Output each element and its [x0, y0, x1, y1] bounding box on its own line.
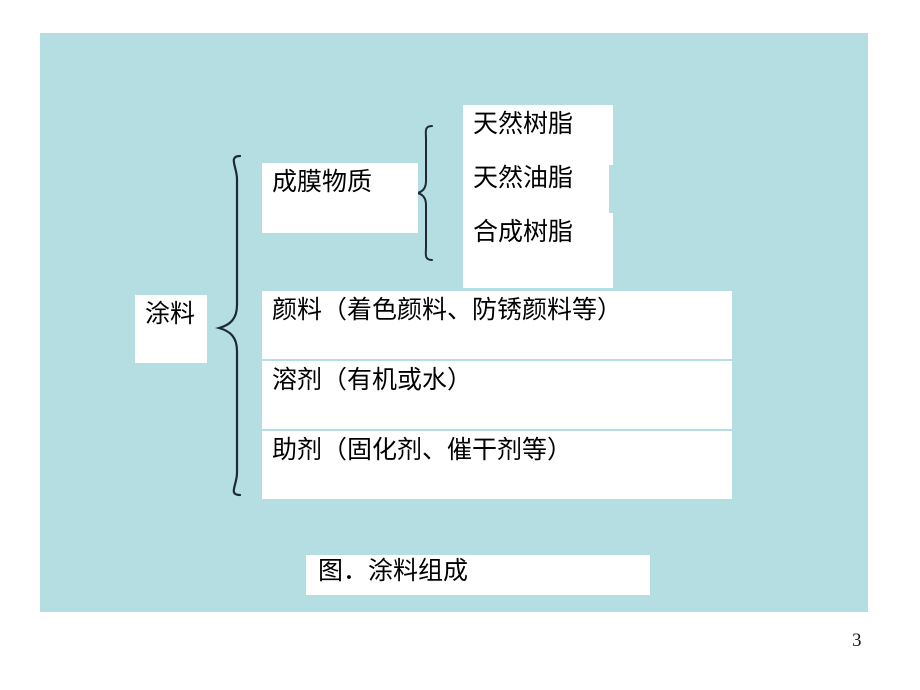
- node-additive: 助剂（固化剂、催干剂等）: [262, 431, 732, 499]
- slide: 天然树脂 天然油脂 合成树脂 成膜物质 涂料 颜料（着色颜料、防锈颜料等） 溶剂…: [0, 0, 920, 690]
- root-brace-icon: [214, 154, 242, 497]
- diagram-caption-label: 图．涂料组成: [318, 558, 469, 585]
- node-pigment-label: 颜料（着色颜料、防锈颜料等）: [272, 297, 623, 324]
- node-synthetic-resin-label: 合成树脂: [473, 219, 574, 246]
- page-number: 3: [852, 630, 862, 651]
- node-film-former: 成膜物质: [262, 163, 418, 233]
- node-natural-resin-label: 天然树脂: [473, 111, 574, 138]
- node-natural-oil-label: 天然油脂: [473, 165, 574, 192]
- diagram-canvas: 天然树脂 天然油脂 合成树脂 成膜物质 涂料 颜料（着色颜料、防锈颜料等） 溶剂…: [40, 33, 868, 612]
- node-film-former-label: 成膜物质: [272, 169, 373, 196]
- diagram-caption: 图．涂料组成: [306, 555, 650, 595]
- node-coating-root-label: 涂料: [145, 301, 196, 328]
- node-natural-resin: 天然树脂: [463, 105, 613, 165]
- node-natural-oil: 天然油脂: [463, 159, 609, 219]
- node-coating-root: 涂料: [135, 295, 207, 363]
- node-pigment: 颜料（着色颜料、防锈颜料等）: [262, 291, 732, 359]
- node-solvent: 溶剂（有机或水）: [262, 361, 732, 429]
- node-synthetic-resin: 合成树脂: [463, 213, 613, 288]
- node-solvent-label: 溶剂（有机或水）: [272, 367, 473, 394]
- node-additive-label: 助剂（固化剂、催干剂等）: [272, 437, 573, 464]
